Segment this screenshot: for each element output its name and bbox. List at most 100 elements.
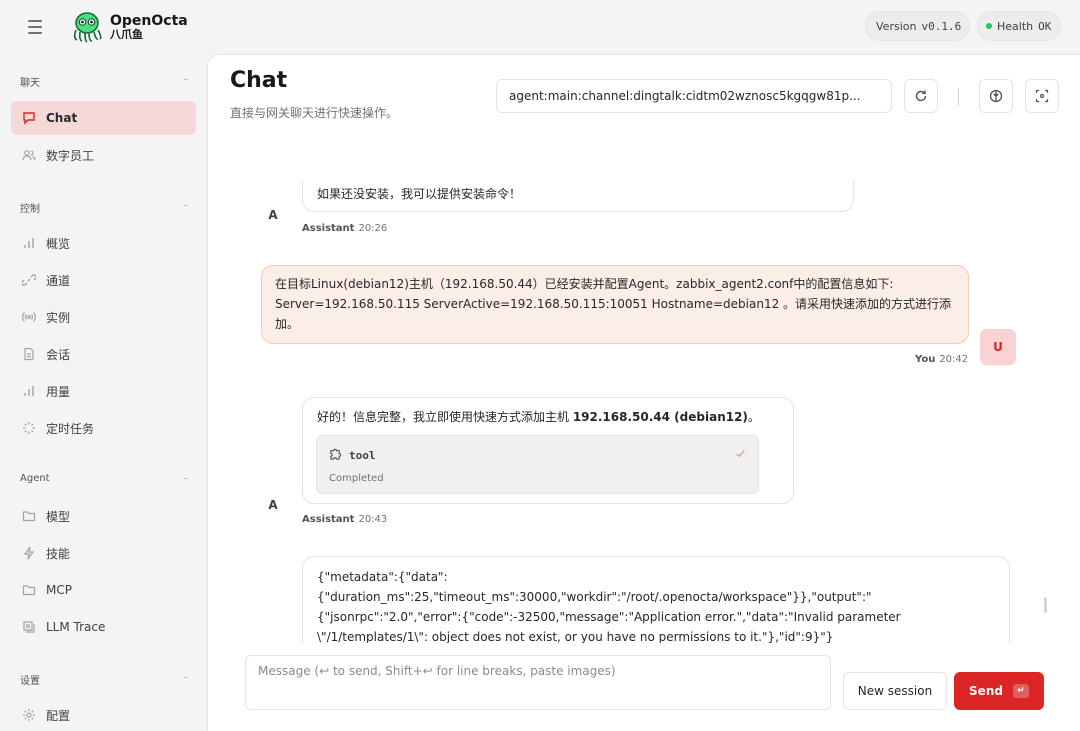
message-line: 加。 [275,317,300,331]
thinking-toggle-button[interactable] [979,79,1013,113]
message-line: \"/1/templates/1\": object does not exis… [317,630,834,643]
sidebar-group-agent[interactable]: Agent – [20,473,188,484]
message-text: 。 [747,410,760,424]
chat-bubble-icon [21,110,37,126]
sidebar-item-label: 用量 [46,384,71,399]
logo: OpenOcta 八爪鱼 [70,10,188,44]
top-bar: OpenOcta 八爪鱼 Version v0.1.6 Health OK [0,0,1080,54]
sidebar-group-control[interactable]: 控制 – [20,200,188,215]
menu-icon[interactable] [24,16,46,38]
sidebar-item-sessions[interactable]: 会话 [11,337,196,371]
gear-icon [21,707,37,723]
send-button[interactable]: Send ↵ [954,672,1044,710]
collapse-icon[interactable]: – [183,672,188,687]
message-line: {"jsonrpc":"2.0","error":{"code":-32500,… [317,610,901,624]
assistant-message-bubble: {"metadata":{"data": {"duration_ms":25,"… [302,556,1010,643]
user-avatar: U [980,329,1016,365]
health-value: OK [1038,19,1052,33]
sidebar-item-models[interactable]: 模型 [11,499,196,533]
focus-mode-button[interactable] [1025,79,1059,113]
sidebar-item-mcp[interactable]: MCP [11,573,196,607]
bar-chart-icon [21,383,37,399]
message-text: 如果还没安装，我可以提供安装命令！ [317,187,522,201]
bolt-icon [21,545,37,561]
message-sender: Assistant [302,514,355,525]
chat-thread[interactable]: 如果还没安装，我可以提供安装命令！ A Assistant 20:26 在目标Li… [208,181,1080,643]
session-selector[interactable]: agent:main:channel:dingtalk:cidtm02wznos… [496,79,892,113]
focus-icon [1035,89,1049,103]
assistant-message-bubble: 如果还没安装，我可以提供安装命令！ [302,181,854,212]
message-meta: Assistant 20:26 [302,223,387,234]
page-title: Chat [230,68,288,93]
sidebar-item-scheduled-tasks[interactable]: 定时任务 [11,411,196,445]
sidebar: 聊天 – Chat 数字员工 控制 – 概览 通道 实例 会话 用量 定时任务 … [0,54,207,731]
collapse-icon[interactable]: – [183,200,188,215]
main-panel: Chat 直接与网关聊天进行快速操作。 agent:main:channel:d… [207,54,1080,731]
user-message-bubble: 在目标Linux(debian12)主机（192.168.50.44）已经安装并… [261,265,969,344]
version-badge: Version v0.1.6 [865,11,970,41]
sidebar-item-skills[interactable]: 技能 [11,536,196,570]
sidebar-group-settings[interactable]: 设置 – [20,672,188,687]
sidebar-item-label: 实例 [46,310,71,325]
assistant-message-bubble: 好的！信息完整，我立即使用快速方式添加主机 192.168.50.44 (deb… [302,397,794,504]
message-meta: You 20:42 [915,354,968,365]
collapse-icon[interactable]: – [183,473,188,484]
folder-icon [21,508,37,524]
sidebar-item-channels[interactable]: 通道 [11,263,196,297]
sidebar-item-chat[interactable]: Chat [11,101,196,135]
folder-icon [21,582,37,598]
message-line: Server=192.168.50.115 ServerActive=192.1… [275,297,952,311]
sidebar-item-label: 配置 [46,708,71,723]
sidebar-item-label: 概览 [46,236,71,251]
group-title: 设置 [20,676,40,687]
document-icon [21,346,37,362]
message-text: 好的！信息完整，我立即使用快速方式添加主机 [317,410,573,424]
version-value: v0.1.6 [921,19,962,33]
assistant-avatar: A [255,487,291,523]
message-time: 20:42 [939,354,969,365]
sidebar-item-label: 会话 [46,347,71,362]
sidebar-item-label: 定时任务 [46,421,95,436]
enter-key-icon: ↵ [1012,684,1029,698]
users-icon [21,147,37,163]
app-name: OpenOcta [110,12,188,29]
message-input[interactable] [258,664,818,701]
new-session-button[interactable]: New session [843,672,947,710]
scrollbar-thumb[interactable] [1044,597,1047,613]
sidebar-item-label: LLM Trace [46,620,106,634]
loader-icon [21,420,37,436]
health-label: Health [997,19,1034,33]
sidebar-item-label: 通道 [46,273,71,288]
sidebar-group-chat[interactable]: 聊天 – [20,74,188,89]
tool-name: tool [349,449,376,462]
bar-chart-icon [21,235,37,251]
refresh-icon [915,90,927,102]
sidebar-item-config[interactable]: 配置 [11,698,196,731]
sidebar-item-label: MCP [46,583,72,597]
app-subname: 八爪鱼 [110,27,143,41]
refresh-button[interactable] [904,79,938,113]
assistant-avatar: A [255,197,291,233]
sidebar-item-instances[interactable]: 实例 [11,300,196,334]
message-sender: You [915,354,936,365]
sidebar-item-digital-employees[interactable]: 数字员工 [11,138,196,172]
link-icon [21,272,37,288]
sidebar-item-llm-trace[interactable]: LLM Trace [11,610,196,644]
health-status-dot [986,23,992,29]
tool-status: Completed [329,473,384,484]
trace-icon [21,619,37,635]
health-badge: Health OK [977,11,1061,41]
sidebar-item-label: 模型 [46,509,71,524]
version-label: Version [876,19,917,33]
sidebar-item-usage[interactable]: 用量 [11,374,196,408]
message-time: 20:43 [358,514,388,525]
collapse-icon[interactable]: – [183,74,188,89]
message-composer[interactable] [245,655,831,710]
sidebar-item-overview[interactable]: 概览 [11,226,196,260]
message-meta: Assistant 20:43 [302,514,387,525]
sidebar-item-label: Chat [46,111,78,125]
message-text-bold: 192.168.50.44 (debian12) [572,410,748,424]
tool-call-card[interactable]: tool Completed [316,435,759,494]
message-sender: Assistant [302,223,355,234]
toolbar-divider [958,88,959,106]
